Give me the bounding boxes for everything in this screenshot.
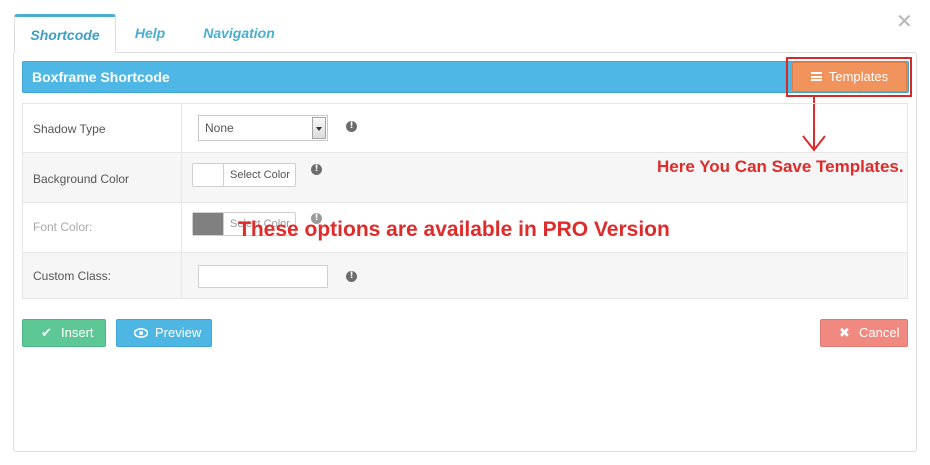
font-color-label: Font Color: bbox=[33, 220, 93, 234]
color-swatch bbox=[193, 164, 224, 186]
templates-button-label: Templates bbox=[828, 69, 889, 84]
eye-icon bbox=[133, 320, 149, 349]
background-color-label: Background Color bbox=[33, 172, 130, 186]
checkmark-icon: ✔ bbox=[41, 325, 52, 340]
preview-button-label: Preview bbox=[155, 325, 202, 340]
menu-icon bbox=[810, 72, 822, 82]
cancel-button-label: Cancel bbox=[859, 325, 900, 340]
tab-shortcode[interactable]: Shortcode bbox=[14, 14, 116, 53]
info-icon[interactable]: ! bbox=[346, 271, 357, 282]
close-icon[interactable]: ✕ bbox=[896, 12, 913, 32]
custom-class-input[interactable] bbox=[198, 265, 328, 288]
pro-version-annotation: These options are available in PRO Versi… bbox=[238, 218, 670, 241]
section-title: Boxframe Shortcode bbox=[32, 69, 170, 85]
shadow-type-label: Shadow Type bbox=[33, 122, 106, 136]
templates-button[interactable]: Templates bbox=[792, 62, 907, 92]
tab-navigation[interactable]: Navigation bbox=[194, 14, 284, 53]
background-color-picker[interactable]: Select Color bbox=[192, 163, 296, 187]
color-swatch bbox=[193, 213, 224, 235]
row-shadow-type: Shadow Type bbox=[23, 104, 907, 153]
section-header: Boxframe Shortcode bbox=[22, 61, 909, 93]
preview-button[interactable]: Preview bbox=[116, 319, 212, 347]
save-templates-annotation: Here You Can Save Templates. bbox=[657, 157, 904, 176]
shadow-type-select[interactable]: None bbox=[198, 115, 328, 141]
info-icon[interactable]: ! bbox=[346, 121, 357, 132]
shadow-type-value: None bbox=[205, 121, 234, 135]
background-color-button-label: Select Color bbox=[230, 169, 290, 181]
tab-help[interactable]: Help bbox=[126, 14, 174, 53]
cancel-button[interactable]: ✖ Cancel bbox=[820, 319, 908, 347]
close-icon: ✖ bbox=[839, 325, 850, 340]
row-custom-class: Custom Class: bbox=[23, 253, 907, 298]
info-icon[interactable]: ! bbox=[311, 164, 322, 175]
dropdown-arrow-icon[interactable] bbox=[312, 117, 326, 139]
custom-class-label: Custom Class: bbox=[33, 269, 112, 283]
options-form: Shadow Type Background Color Font Color:… bbox=[22, 103, 908, 299]
insert-button[interactable]: ✔ Insert bbox=[22, 319, 106, 347]
insert-button-label: Insert bbox=[61, 325, 94, 340]
